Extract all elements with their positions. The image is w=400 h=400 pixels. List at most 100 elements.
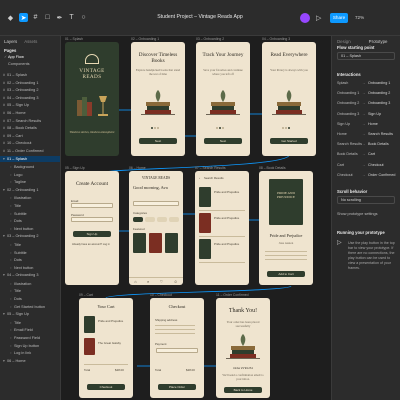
category-chip[interactable] (133, 217, 143, 222)
layer-item[interactable]: ▫ Log in link (0, 350, 60, 357)
frame-9[interactable]: Your Cart Pride and Prejudice The Great Ga… (79, 298, 133, 398)
get-started-button[interactable]: Get Started (270, 138, 308, 144)
shape-tool-icon[interactable]: □ (43, 13, 52, 22)
back-to-home-button[interactable]: Back to Home (224, 387, 262, 393)
tab-layers[interactable]: Layers (4, 39, 17, 44)
user-icon[interactable]: ☺ (174, 279, 178, 284)
featured-book[interactable] (165, 233, 178, 253)
layer-item[interactable]: #04 – Onboarding 3 (0, 95, 60, 102)
zoom-level[interactable]: 72% (355, 15, 364, 20)
layer-item[interactable]: ▫ Tagline (0, 179, 60, 186)
next-button[interactable]: Next (139, 138, 177, 144)
frame-tool-icon[interactable]: # (31, 13, 40, 22)
layer-item[interactable]: ▫ Dots (0, 257, 60, 264)
password-field[interactable] (71, 217, 113, 222)
frame-label[interactable]: 05 – Sign Up (65, 166, 85, 170)
layer-item[interactable]: ▫ Next button (0, 265, 60, 272)
layer-item[interactable]: #05 – Sign Up (0, 102, 60, 109)
layer-item[interactable]: ▫ Password Field (0, 335, 60, 342)
layer-item[interactable]: ▫ Title (0, 203, 60, 210)
frame-label[interactable]: 04 – Onboarding 3 (262, 37, 290, 41)
layer-item[interactable]: ▾ 06 – Home (0, 358, 60, 365)
layer-item[interactable]: ▾ 02 – Onboarding 1 (0, 187, 60, 194)
interaction-row[interactable]: Sign Up → Home (337, 122, 397, 128)
canvas[interactable]: 01 – Splash VINTAGE READS Timeless stories… (61, 36, 331, 400)
tab-design[interactable]: Design (337, 39, 351, 44)
layer-item[interactable]: ▫ Subtitle (0, 250, 60, 257)
tab-assets[interactable]: Assets (24, 39, 37, 44)
frame-label[interactable]: 08 – Book Details (259, 166, 286, 170)
result-title[interactable]: Pride and Prejudice (214, 216, 239, 220)
frame-label[interactable]: 03 – Onboarding 2 (196, 37, 224, 41)
interaction-row[interactable]: Search Results → Book Details (337, 142, 397, 148)
frame-5[interactable]: Create Account Email Password Sign Up Alread… (65, 171, 119, 285)
layer-item[interactable]: ▫ Sign Up button (0, 343, 60, 350)
layer-item[interactable]: ▾ 04 – Onboarding 3 (0, 272, 60, 279)
bookmark-icon[interactable]: ♡ (160, 279, 164, 284)
payment-field[interactable] (156, 348, 198, 353)
frame-11[interactable]: Thank You! Your order has been placed suc… (216, 298, 270, 398)
frame-6[interactable]: VINTAGE READS Good morning, Ava Categories… (129, 171, 183, 285)
scroll-select[interactable]: No scrolling (337, 196, 395, 204)
frame-2[interactable]: Discover Timeless Books Explore handpicke… (131, 42, 185, 156)
frame-1[interactable]: VINTAGE READS Timeless stories, timeless … (65, 42, 119, 156)
result-title[interactable]: Pride and Prejudice (214, 242, 239, 246)
frame-label[interactable]: 07 – Search Results (195, 166, 226, 170)
interaction-row[interactable]: Splash → Onboarding 1 (337, 81, 397, 87)
interaction-row[interactable]: Onboarding 3 → Sign Up (337, 112, 397, 118)
layer-item[interactable]: #02 – Onboarding 1 (0, 80, 60, 87)
file-title[interactable]: Student Project – Vintage Reads App (140, 14, 260, 20)
layer-item[interactable]: ▫ Email Field (0, 327, 60, 334)
search-icon[interactable]: ⌕ (147, 279, 149, 284)
layer-item[interactable]: ▫ Title (0, 242, 60, 249)
layer-item[interactable]: ▫ Subtitle (0, 211, 60, 218)
frame-label[interactable]: 11 – Order Confirmed (216, 293, 249, 297)
login-link[interactable]: Already have an account? Log in (72, 243, 110, 246)
layer-item[interactable]: ▾ 05 – Sign Up (0, 311, 60, 318)
interaction-row[interactable]: Onboarding 2 → Onboarding 3 (337, 101, 397, 107)
search-input[interactable] (133, 201, 179, 206)
interaction-row[interactable]: Onboarding 1 → Onboarding 2 (337, 91, 397, 97)
layer-item[interactable]: ▫ Illustration (0, 195, 60, 202)
layer-item[interactable]: ▫ Dots (0, 296, 60, 303)
layer-item[interactable]: #09 – Cart (0, 133, 60, 140)
user-avatar[interactable] (300, 13, 310, 23)
frame-label[interactable]: 10 – Checkout (150, 293, 172, 297)
interaction-row[interactable]: Book Details → Cart (337, 152, 397, 158)
frame-8[interactable]: PRIDE AND PREJUDICE Pride and Prejudice Ja… (259, 171, 313, 285)
frame-7[interactable]: ‹ Search Results Pride and Prejudice Pride … (195, 171, 249, 285)
category-chip[interactable] (169, 217, 179, 222)
result-cover[interactable] (199, 213, 211, 233)
frame-label[interactable]: 06 – Home (129, 166, 146, 170)
frame-3[interactable]: Track Your Journey Save your favorites an… (196, 42, 250, 156)
frame-label[interactable]: 02 – Onboarding 1 (131, 37, 159, 41)
frame-10[interactable]: Checkout Shipping address Payment Total $28.… (150, 298, 204, 398)
add-to-cart-button[interactable]: Add to Cart (267, 271, 305, 277)
layer-item[interactable]: #06 – Home (0, 110, 60, 117)
checkout-button[interactable]: Checkout (87, 384, 125, 390)
move-tool-icon[interactable]: ➤ (19, 13, 28, 22)
layer-item[interactable]: #03 – Onboarding 2 (0, 87, 60, 94)
layer-item[interactable]: ▫ Background (0, 164, 60, 171)
layer-item[interactable]: ▫ Logo (0, 172, 60, 179)
show-settings-link[interactable]: Show prototype settings (337, 212, 378, 216)
category-chip[interactable] (145, 217, 155, 222)
layer-item[interactable]: #07 – Search Results (0, 118, 60, 125)
layer-item[interactable]: #01 – Splash (0, 72, 60, 79)
back-icon[interactable]: ‹ (199, 176, 200, 180)
layer-item[interactable]: ▾ 03 – Onboarding 2 (0, 233, 60, 240)
next-button[interactable]: Next (204, 138, 242, 144)
page-item[interactable]: ✓App Flow (0, 54, 60, 61)
result-cover[interactable] (199, 187, 211, 207)
layer-item[interactable]: ▫ Title (0, 320, 60, 327)
comment-tool-icon[interactable]: ○ (79, 13, 88, 22)
frame-label[interactable]: 01 – Splash (65, 37, 83, 41)
layer-item[interactable]: ▾ 01 – Splash (0, 155, 60, 163)
layer-item[interactable]: #11 – Order Confirmed (0, 148, 60, 155)
interaction-row[interactable]: Home → Search Results (337, 132, 397, 138)
interaction-row[interactable]: Cart → Checkout (337, 163, 397, 169)
email-field[interactable] (71, 203, 113, 208)
layer-item[interactable]: ▫ Dots (0, 218, 60, 225)
place-order-button[interactable]: Place Order (158, 384, 196, 390)
interaction-row[interactable]: Checkout → Order Confirmed (337, 173, 397, 179)
